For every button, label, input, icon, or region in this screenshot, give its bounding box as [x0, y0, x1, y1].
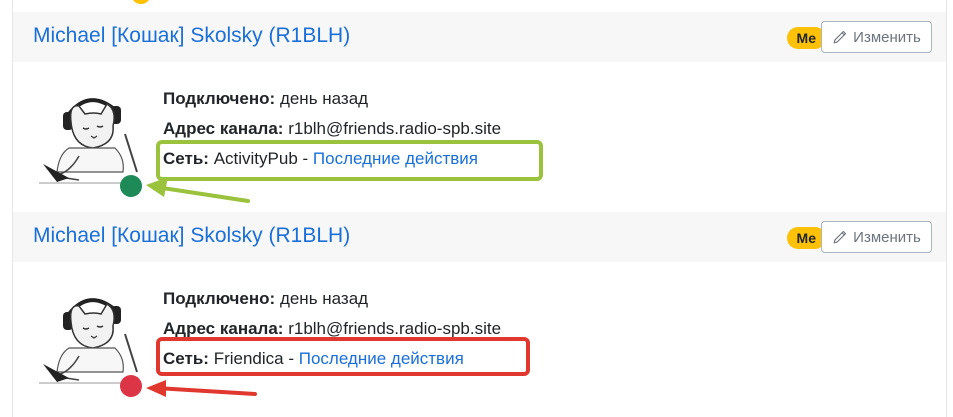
edit-button-label: Изменить — [853, 228, 921, 246]
address-label: Адрес канала: — [163, 119, 284, 138]
edit-button[interactable]: Изменить — [821, 221, 932, 253]
address-label: Адрес канала: — [163, 319, 284, 338]
connected-value: день назад — [279, 289, 369, 308]
card-header: Michael [Кошак] Skolsky (R1BLH) Me Измен… — [13, 12, 946, 62]
connected-row: Подключено: день назад — [163, 284, 501, 314]
address-value: r1blh@friends.radio-spb.site — [288, 119, 502, 138]
avatar[interactable] — [39, 284, 139, 384]
status-dot-icon — [120, 175, 142, 197]
connected-value: день назад — [279, 89, 369, 108]
contact-name-link[interactable]: Michael [Кошак] Skolsky (R1BLH) — [33, 24, 350, 48]
connected-label: Подключено: — [163, 289, 276, 308]
connected-label: Подключено: — [163, 89, 276, 108]
address-value: r1blh@friends.radio-spb.site — [288, 319, 502, 338]
pencil-icon — [833, 230, 847, 244]
edit-button-label: Изменить — [853, 28, 921, 46]
contact-name-link[interactable]: Michael [Кошак] Skolsky (R1BLH) — [33, 224, 350, 248]
card-header: Michael [Кошак] Skolsky (R1BLH) Me Измен… — [13, 212, 946, 262]
status-dot-icon — [120, 375, 142, 397]
arrow-green-icon — [146, 177, 250, 203]
avatar[interactable] — [39, 84, 139, 184]
arrow-red-icon — [146, 380, 257, 397]
previous-card-bottom — [12, 0, 947, 12]
edit-button[interactable]: Изменить — [821, 21, 932, 53]
highlight-box-friendica — [156, 337, 530, 376]
previous-badge — [131, 0, 151, 4]
connected-row: Подключено: день назад — [163, 84, 501, 114]
pencil-icon — [833, 30, 847, 44]
